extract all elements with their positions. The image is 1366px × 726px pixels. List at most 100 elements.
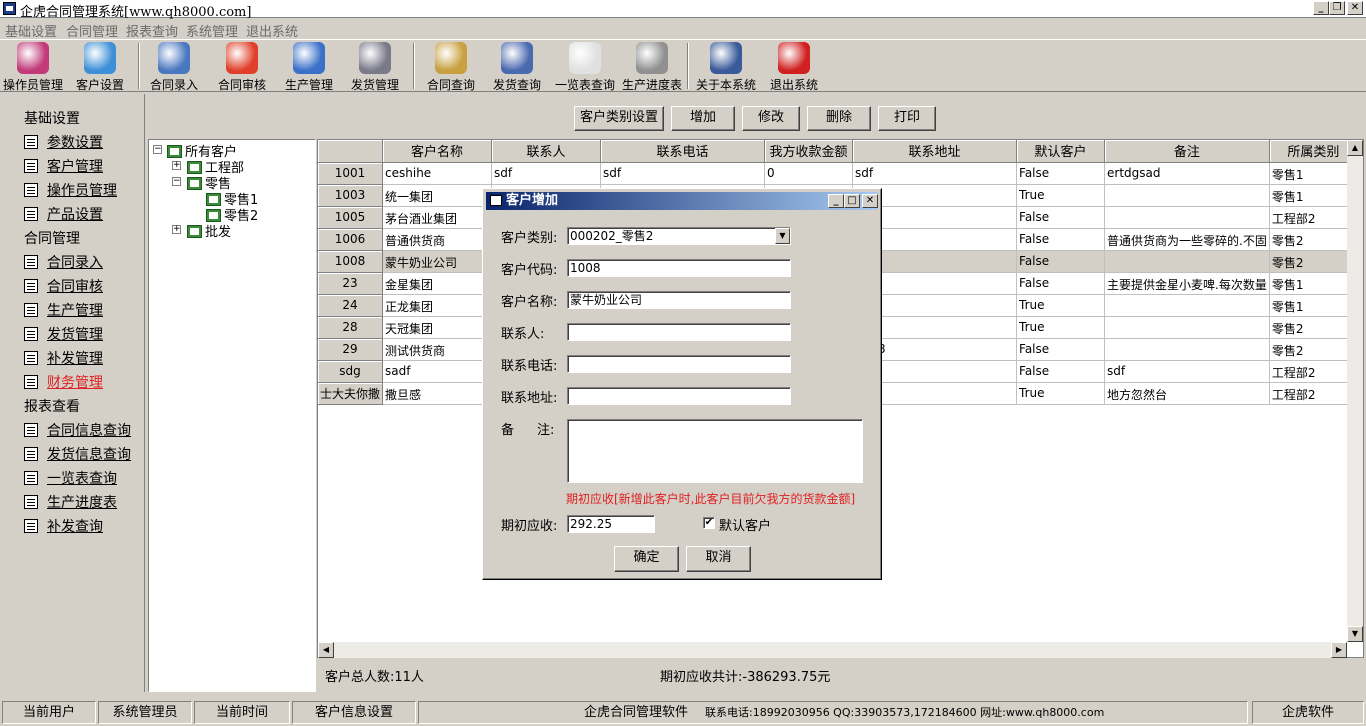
row-header[interactable]: 24 xyxy=(318,294,384,317)
edit-button[interactable]: 修改 xyxy=(742,106,800,131)
table-cell[interactable] xyxy=(1104,294,1270,317)
nav-product-settings[interactable]: 产品设置 xyxy=(24,204,103,224)
scroll-left-icon[interactable]: ◀ xyxy=(318,642,334,658)
row-header[interactable]: 29 xyxy=(318,338,384,361)
nav-progress-table[interactable]: 生产进度表 xyxy=(24,492,117,512)
delivery-query-button[interactable]: 发货查询 xyxy=(491,42,543,93)
table-cell[interactable]: 零售2 xyxy=(1269,250,1358,273)
row-header[interactable]: 1003 xyxy=(318,184,384,207)
column-header[interactable]: 客户名称 xyxy=(382,140,493,163)
table-cell[interactable]: False xyxy=(1016,162,1106,185)
contract-review-button[interactable]: 合同审核 xyxy=(216,42,268,93)
table-cell[interactable]: sdf xyxy=(600,162,766,185)
exit-system-button[interactable]: 退出系统 xyxy=(768,42,820,93)
table-cell[interactable] xyxy=(1104,338,1270,361)
scroll-up-icon[interactable]: ▲ xyxy=(1347,140,1363,156)
nav-reissue-query[interactable]: 补发查询 xyxy=(24,516,103,536)
column-header[interactable]: 所属类别 xyxy=(1269,140,1358,163)
progress-table-button[interactable]: 生产进度表 xyxy=(621,42,683,93)
table-cell[interactable]: 地方忽然台 xyxy=(1104,382,1270,405)
menu-base-settings[interactable]: 基础设置 xyxy=(5,21,57,40)
table-cell[interactable]: sdf xyxy=(852,162,1018,185)
table-cell[interactable]: 统一集团 xyxy=(382,184,493,207)
column-header[interactable]: 联系电话 xyxy=(600,140,766,163)
table-cell[interactable] xyxy=(1104,206,1270,229)
table-cell[interactable]: 主要提供金星小麦啤.每次数量 xyxy=(1104,272,1270,295)
production-mgmt-button[interactable]: 生产管理 xyxy=(283,42,335,93)
table-cell[interactable]: 零售2 xyxy=(1269,228,1358,251)
table-cell[interactable]: False xyxy=(1016,250,1106,273)
collapse-icon[interactable]: − xyxy=(172,177,181,186)
nav-delivery-info-query[interactable]: 发货信息查询 xyxy=(24,444,131,464)
table-cell[interactable]: True xyxy=(1016,184,1106,207)
nav-delivery-mgmt[interactable]: 发货管理 xyxy=(24,324,103,344)
close-button[interactable]: ✕ xyxy=(1347,1,1363,15)
column-header[interactable]: 联系人 xyxy=(491,140,602,163)
dialog-maximize-button[interactable]: □ xyxy=(844,194,860,208)
table-cell[interactable]: True xyxy=(1016,294,1106,317)
tree-node-wholesale[interactable]: 批发 xyxy=(187,221,231,240)
table-cell[interactable] xyxy=(1104,316,1270,339)
table-row[interactable]: 1001 ceshihe sdf sdf 0 sdf False ertdgsad 零售1 xyxy=(318,162,1358,185)
table-cell[interactable]: 撒旦感 xyxy=(382,382,493,405)
table-cell[interactable]: False xyxy=(1016,206,1106,229)
table-cell[interactable] xyxy=(1104,184,1270,207)
table-cell[interactable]: 工程部2 xyxy=(1269,360,1358,383)
row-header[interactable]: 28 xyxy=(318,316,384,339)
table-cell[interactable]: 工程部2 xyxy=(1269,206,1358,229)
nav-reissue-mgmt[interactable]: 补发管理 xyxy=(24,348,103,368)
table-cell[interactable]: 普通供货商 xyxy=(382,228,493,251)
contract-query-button[interactable]: 合同查询 xyxy=(425,42,477,93)
customer-type-select[interactable]: 000202_零售2 ▼ xyxy=(567,227,791,245)
table-cell[interactable]: 零售1 xyxy=(1269,184,1358,207)
menu-contract[interactable]: 合同管理 xyxy=(66,21,118,40)
about-button[interactable]: 关于本系统 xyxy=(695,42,757,93)
customer-settings-button[interactable]: 客户设置 xyxy=(74,42,126,93)
overview-query-button[interactable]: 一览表查询 xyxy=(554,42,616,93)
phone-input[interactable] xyxy=(567,355,791,373)
row-header[interactable]: 1006 xyxy=(318,228,384,251)
table-cell[interactable]: True xyxy=(1016,316,1106,339)
minimize-button[interactable]: _ xyxy=(1313,1,1329,15)
table-cell[interactable]: 零售1 xyxy=(1269,294,1358,317)
row-header[interactable]: 23 xyxy=(318,272,384,295)
dialog-close-button[interactable]: ✕ xyxy=(862,194,878,208)
table-cell[interactable]: sdf xyxy=(491,162,602,185)
default-customer-checkbox[interactable]: ✔ xyxy=(703,517,715,529)
address-input[interactable] xyxy=(567,387,791,405)
expand-icon[interactable]: + xyxy=(172,225,181,234)
dialog-minimize-button[interactable]: _ xyxy=(828,194,844,208)
dropdown-arrow-icon[interactable]: ▼ xyxy=(775,228,790,244)
table-cell[interactable]: 正龙集团 xyxy=(382,294,493,317)
nav-production-mgmt[interactable]: 生产管理 xyxy=(24,300,103,320)
table-cell[interactable]: 天冠集团 xyxy=(382,316,493,339)
column-header[interactable]: 默认客户 xyxy=(1016,140,1106,163)
contract-entry-button[interactable]: 合同录入 xyxy=(148,42,200,93)
row-header[interactable]: 1001 xyxy=(318,162,384,185)
table-cell[interactable]: ceshihe xyxy=(382,162,493,185)
initial-receivable-input[interactable]: 292.25 xyxy=(567,515,655,533)
menu-system[interactable]: 系统管理 xyxy=(186,21,238,40)
row-header[interactable]: sdg xyxy=(318,360,384,383)
customer-code-input[interactable]: 1008 xyxy=(567,259,791,277)
customer-category-button[interactable]: 客户类别设置 xyxy=(574,106,664,131)
nav-operator-mgmt[interactable]: 操作员管理 xyxy=(24,180,117,200)
table-cell[interactable]: sadf xyxy=(382,360,493,383)
table-cell[interactable]: ertdgsad xyxy=(1104,162,1270,185)
ok-button[interactable]: 确定 xyxy=(614,546,679,572)
table-cell[interactable]: False xyxy=(1016,338,1106,361)
customer-name-input[interactable]: 蒙牛奶业公司 xyxy=(567,291,791,309)
table-cell[interactable]: 茅台酒业集团 xyxy=(382,206,493,229)
row-header[interactable]: 1005 xyxy=(318,206,384,229)
table-cell[interactable]: 零售2 xyxy=(1269,316,1358,339)
table-cell[interactable]: False xyxy=(1016,228,1106,251)
table-cell[interactable]: True xyxy=(1016,382,1106,405)
table-cell[interactable] xyxy=(1104,250,1270,273)
column-header[interactable]: 联系地址 xyxy=(852,140,1018,163)
menu-exit[interactable]: 退出系统 xyxy=(246,21,298,40)
table-cell[interactable]: False xyxy=(1016,272,1106,295)
scroll-right-icon[interactable]: ▶ xyxy=(1331,642,1347,658)
delivery-mgmt-button[interactable]: 发货管理 xyxy=(349,42,401,93)
table-cell[interactable]: 蒙牛奶业公司 xyxy=(382,250,493,273)
collapse-icon[interactable]: − xyxy=(153,145,162,154)
